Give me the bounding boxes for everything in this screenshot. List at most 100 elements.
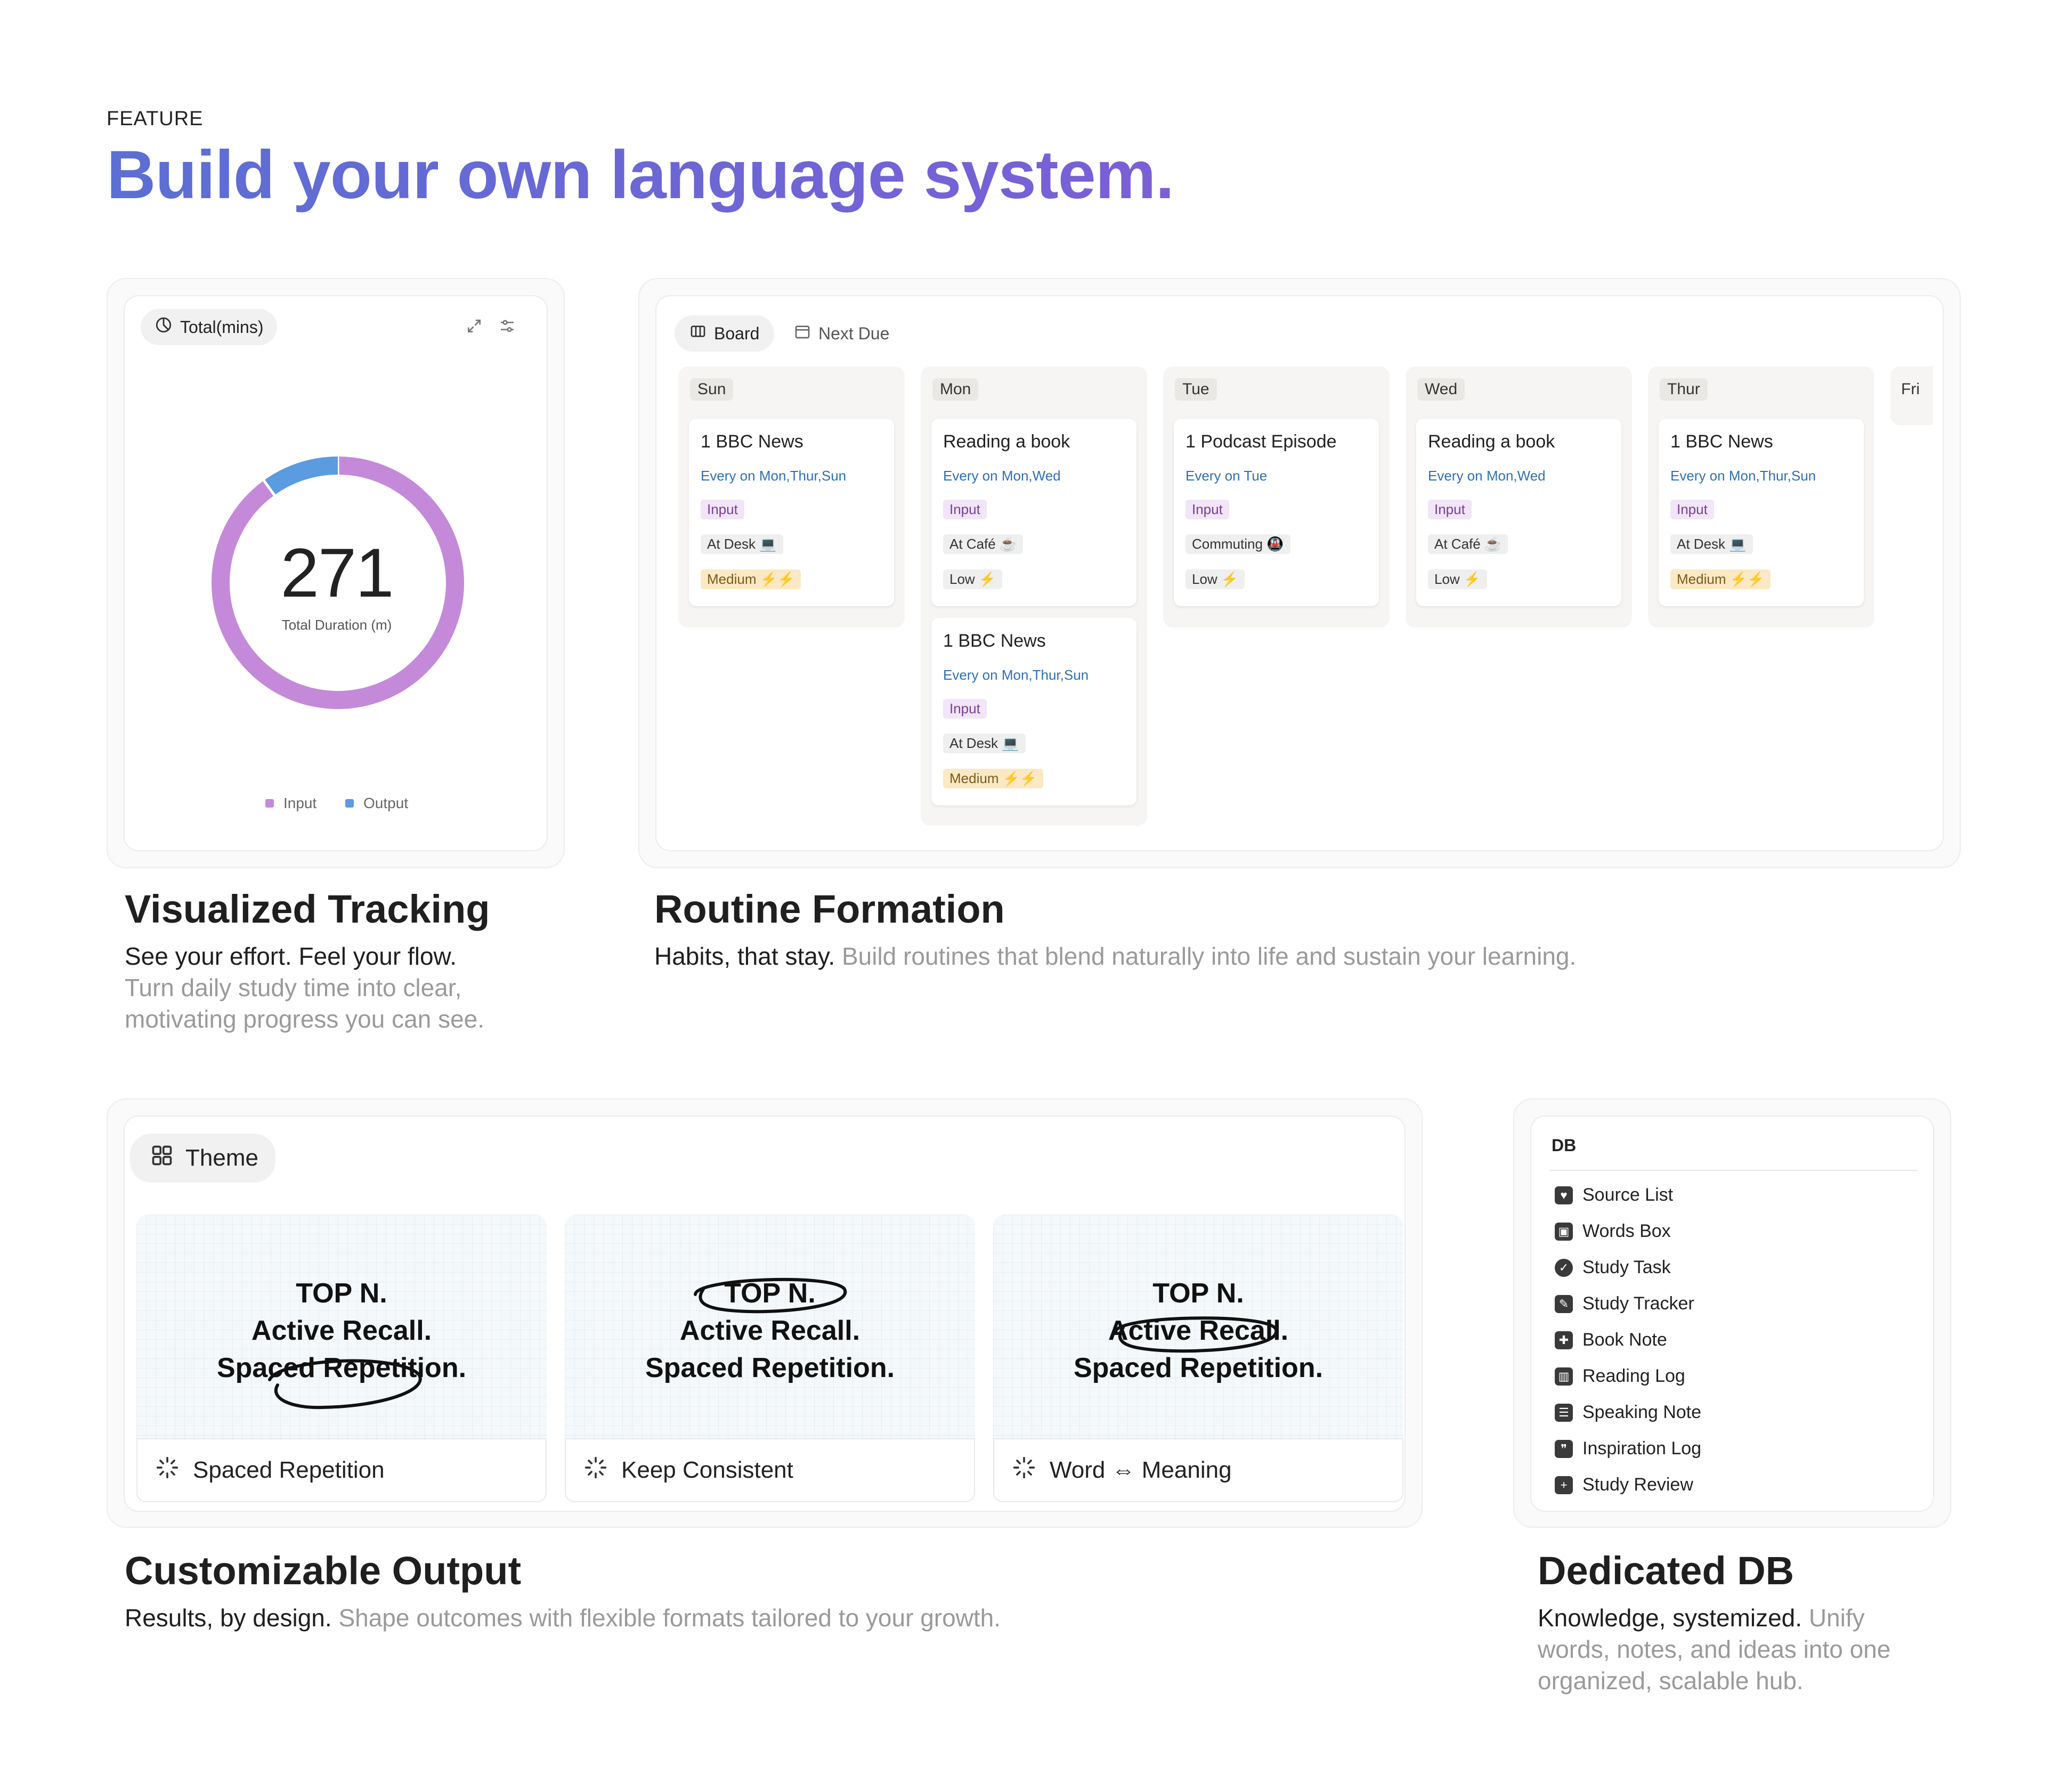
db-item-label: Book Note (1582, 1330, 1667, 1350)
card-place-tag: Commuting 🚇 (1186, 534, 1290, 554)
theme-card-word-meaning[interactable]: TOP N. Active Recall. Spaced Repetition.… (993, 1215, 1403, 1502)
theme-label: Word ⇔ Meaning (1050, 1457, 1232, 1483)
card-schedule: Every on Mon,Thur,Sun (701, 468, 847, 484)
db-item-label: Study Task (1582, 1257, 1671, 1277)
bookmark-icon: ✚ (1555, 1331, 1573, 1349)
db-item-study-review[interactable]: + Study Review (1555, 1475, 1693, 1495)
card-schedule: Every on Tue (1186, 468, 1268, 484)
db-item-inspiration-log[interactable]: ❞ Inspiration Log (1555, 1438, 1701, 1459)
card-schedule: Every on Mon,Wed (1428, 468, 1546, 484)
db-divider (1549, 1170, 1917, 1171)
db-item-words-box[interactable]: ▣ Words Box (1555, 1221, 1671, 1242)
expand-icon[interactable] (466, 317, 483, 337)
routine-lead: Habits, that stay. (654, 942, 835, 970)
total-duration-caption: Total Duration (m) (281, 617, 392, 633)
card-type-tag: Input (701, 500, 744, 519)
pencil-icon: ✎ (1555, 1294, 1573, 1313)
db-heading: DB (1552, 1136, 1577, 1155)
plus-square-icon: + (1555, 1476, 1573, 1494)
routine-description: Habits, that stay. Build routines that b… (654, 941, 1933, 972)
heart-icon: ♥ (1555, 1186, 1573, 1204)
theme-card-spaced-repetition[interactable]: TOP N. Active Recall. Spaced Repetition.… (136, 1215, 547, 1502)
legend-output-label: Output (363, 795, 409, 811)
loader-icon (156, 1456, 179, 1485)
db-item-study-task[interactable]: ✓ Study Task (1555, 1257, 1671, 1278)
db-item-book-note[interactable]: ✚ Book Note (1555, 1330, 1667, 1350)
legend-input-label: Input (283, 795, 317, 811)
theme-footer: Word ⇔ Meaning (993, 1438, 1403, 1502)
card-place-tag: At Café ☕ (1428, 534, 1508, 554)
tracking-description: See your effort. Feel your flow. Turn da… (125, 941, 551, 1035)
routine-card[interactable]: 1 BBC News Every on Mon,Thur,Sun Input A… (689, 419, 894, 606)
routine-card[interactable]: Reading a book Every on Mon,Wed Input At… (1416, 419, 1621, 606)
routine-card[interactable]: 1 Podcast Episode Every on Tue Input Com… (1174, 419, 1379, 606)
board-column-thur: Thur 1 BBC News Every on Mon,Thur,Sun In… (1648, 366, 1874, 628)
card-title: 1 BBC News (701, 431, 803, 452)
card-title: Reading a book (1428, 431, 1555, 452)
output-lead: Results, by design. (125, 1604, 332, 1632)
box-icon: ▣ (1555, 1222, 1573, 1241)
db-item-reading-log[interactable]: ▥ Reading Log (1555, 1366, 1685, 1387)
board-column-tue: Tue 1 Podcast Episode Every on Tue Input… (1163, 366, 1390, 628)
output-section-title: Customizable Output (125, 1549, 522, 1593)
eyebrow-label: FEATURE (107, 108, 204, 130)
db-item-speaking-note[interactable]: ☰ Speaking Note (1555, 1402, 1701, 1423)
theme-line-1: TOP N. (296, 1278, 387, 1309)
total-duration-value: 271 (280, 534, 394, 612)
tab-next-due[interactable]: Next Due (794, 315, 889, 352)
db-item-label: Speaking Note (1582, 1402, 1702, 1422)
card-schedule: Every on Mon,Thur,Sun (943, 667, 1089, 683)
legend-input-swatch (265, 799, 274, 808)
theme-label: Keep Consistent (621, 1457, 793, 1483)
db-lead: Knowledge, systemized. (1538, 1604, 1803, 1632)
theme-label: Spaced Repetition (193, 1457, 385, 1483)
chart-icon: ▥ (1555, 1367, 1573, 1386)
theme-line-3: Spaced Repetition. (645, 1353, 895, 1383)
legend-output-swatch (345, 799, 354, 808)
card-title: 1 BBC News (943, 631, 1046, 651)
routine-card[interactable]: 1 BBC News Every on Mon,Thur,Sun Input A… (1659, 419, 1864, 606)
theme-pill-label: Theme (185, 1145, 258, 1171)
output-description: Results, by design. Shape outcomes with … (125, 1602, 1403, 1634)
scribble-highlight (694, 1277, 847, 1314)
check-circle-icon: ✓ (1555, 1258, 1573, 1277)
board-column-fri: Fri (1890, 366, 1933, 425)
board-column-sun: Sun 1 BBC News Every on Mon,Thur,Sun Inp… (678, 366, 905, 628)
card-type-tag: Input (943, 500, 987, 519)
column-header: Wed (1417, 378, 1465, 401)
tab-board[interactable]: Board (675, 315, 775, 352)
page-title: Build your own language system. (107, 137, 1174, 213)
loader-icon (584, 1456, 607, 1485)
calendar-icon (794, 323, 811, 344)
routine-card[interactable]: 1 BBC News Every on Mon,Thur,Sun Input A… (931, 618, 1136, 805)
quote-icon: ❞ (1555, 1439, 1573, 1458)
column-header: Fri (1901, 380, 1920, 398)
tracking-body: Turn daily study time into clear, motiva… (125, 974, 485, 1033)
theme-footer: Spaced Repetition (136, 1438, 547, 1502)
db-item-label: Study Review (1582, 1475, 1693, 1495)
theme-preview: TOP N. Active Recall. Spaced Repetition. (565, 1215, 975, 1438)
board-column-wed: Wed Reading a book Every on Mon,Wed Inpu… (1406, 366, 1632, 628)
grid-icon (150, 1144, 174, 1173)
card-title: 1 BBC News (1670, 431, 1773, 452)
donut-slice-output (264, 457, 338, 495)
routine-body: Build routines that blend naturally into… (841, 942, 1577, 970)
tab-board-label: Board (714, 323, 760, 343)
total-mins-pill[interactable]: Total(mins) (141, 309, 278, 345)
filter-settings-icon[interactable] (499, 317, 516, 337)
db-section-title: Dedicated DB (1538, 1549, 1795, 1593)
db-item-source-list[interactable]: ♥ Source List (1555, 1185, 1673, 1205)
tracking-section-title: Visualized Tracking (125, 887, 490, 931)
db-item-study-tracker[interactable]: ✎ Study Tracker (1555, 1293, 1694, 1314)
board-column-mon: Mon Reading a book Every on Mon,Wed Inpu… (921, 366, 1147, 826)
theme-preview: TOP N. Active Recall. Spaced Repetition. (993, 1215, 1403, 1438)
theme-pill[interactable]: Theme (130, 1134, 275, 1183)
legend-input: Input (265, 795, 316, 812)
routine-card[interactable]: Reading a book Every on Mon,Wed Input At… (931, 419, 1136, 606)
card-place-tag: At Café ☕ (943, 534, 1024, 554)
theme-line-1: TOP N. (1152, 1278, 1244, 1309)
card-level-tag: Medium ⚡⚡ (943, 769, 1044, 788)
theme-card-keep-consistent[interactable]: TOP N. Active Recall. Spaced Repetition.… (565, 1215, 975, 1502)
tab-next-due-label: Next Due (818, 323, 890, 343)
card-level-tag: Low ⚡ (1186, 569, 1245, 589)
